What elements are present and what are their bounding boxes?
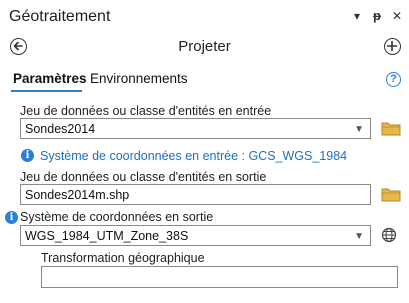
pane-menu-icon[interactable]: ▾	[354, 9, 360, 23]
close-icon[interactable]: ✕	[392, 9, 402, 23]
output-dataset-label: Jeu de données ou classe d'entités en so…	[20, 170, 267, 184]
globe-icon	[381, 227, 397, 243]
pane-title: Géotraitement	[9, 8, 111, 25]
info-icon[interactable]: i	[5, 211, 18, 224]
input-dataset-label: Jeu de données ou classe d'entités en en…	[20, 104, 272, 118]
add-icon	[386, 40, 398, 52]
chevron-down-icon[interactable]: ▼	[354, 124, 364, 135]
folder-icon	[381, 188, 401, 202]
output-dataset-field[interactable]: Sondes2014m.shp	[20, 184, 371, 205]
tab-environnements[interactable]: Environnements	[90, 71, 188, 86]
output-cs-label: Système de coordonnées en sortie	[20, 210, 214, 224]
browse-output-button[interactable]	[381, 187, 401, 207]
browse-input-button[interactable]	[381, 121, 401, 141]
input-cs-info: Système de coordonnées en entrée : GCS_W…	[40, 149, 348, 163]
output-cs-value: WGS_1984_UTM_Zone_38S	[25, 229, 189, 243]
input-dataset-value: Sondes2014	[25, 122, 96, 136]
folder-icon	[381, 122, 401, 136]
active-tab-indicator	[11, 90, 82, 92]
pin-icon[interactable]: ᵽ	[373, 9, 381, 23]
add-button[interactable]	[384, 38, 401, 55]
info-icon: i	[21, 149, 34, 162]
output-dataset-value: Sondes2014m.shp	[25, 188, 130, 202]
coordinate-system-button[interactable]	[381, 227, 397, 248]
tab-parametres[interactable]: Paramètres	[13, 71, 87, 86]
geo-transform-field[interactable]	[41, 266, 398, 288]
chevron-down-icon[interactable]: ▼	[354, 231, 364, 242]
tool-title: Projeter	[178, 38, 231, 55]
output-cs-combobox[interactable]: WGS_1984_UTM_Zone_38S ▼	[20, 225, 371, 246]
help-icon[interactable]: ?	[386, 72, 401, 87]
geo-transform-label: Transformation géographique	[41, 251, 205, 265]
input-dataset-combobox[interactable]: Sondes2014 ▼	[20, 118, 371, 139]
